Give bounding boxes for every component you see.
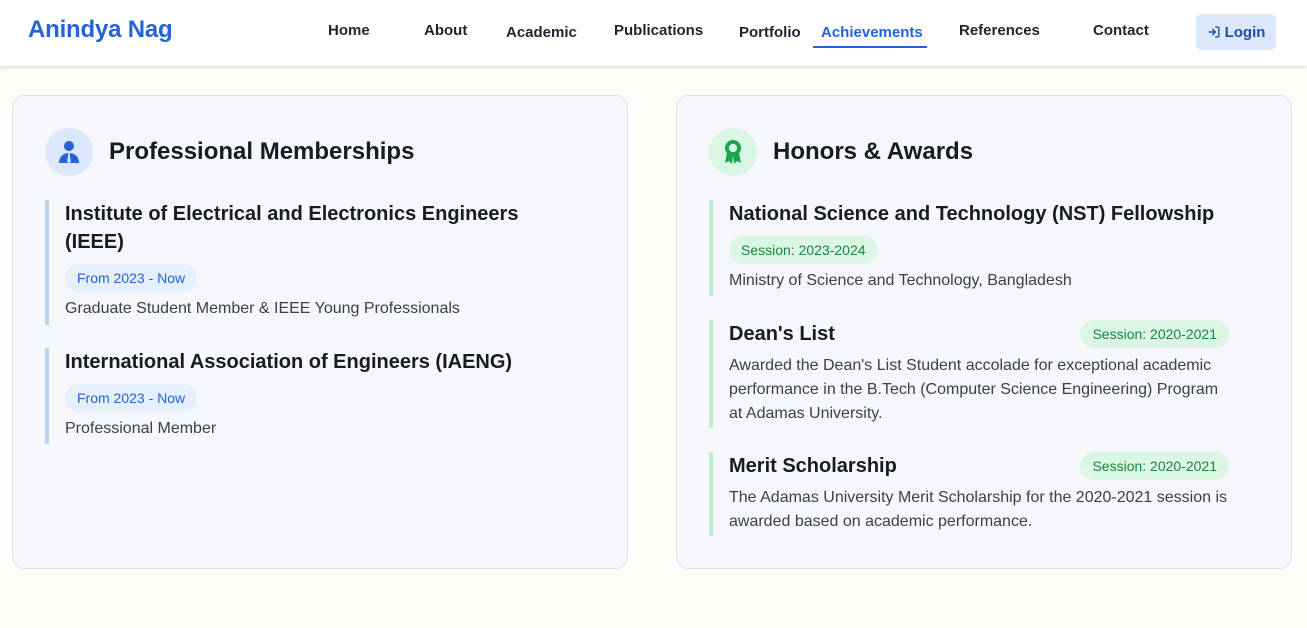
user-tie-icon <box>45 128 93 176</box>
membership-item-title: International Association of Engineers (… <box>65 351 513 373</box>
award-item: National Science and Technology (NST) Fe… <box>709 200 1229 296</box>
nav-references[interactable]: References <box>959 22 1040 39</box>
award-item-description: Ministry of Science and Technology, Bang… <box>729 272 1072 289</box>
membership-period-badge: From 2023 - Now <box>65 384 198 412</box>
nav-achievements[interactable]: Achievements <box>821 24 923 41</box>
site-brand[interactable]: Anindya Nag <box>28 16 173 44</box>
award-item: Dean's List Session: 2020-2021 Awarded t… <box>709 320 1229 428</box>
membership-item: International Association of Engineers (… <box>45 348 565 444</box>
login-arrow-icon <box>1208 26 1220 38</box>
award-item-title: National Science and Technology (NST) Fe… <box>729 203 1215 225</box>
membership-item-description: Graduate Student Member & IEEE Young Pro… <box>65 300 460 317</box>
nav-home[interactable]: Home <box>328 22 370 39</box>
nav-publications[interactable]: Publications <box>614 22 703 39</box>
login-label: Login <box>1224 23 1266 41</box>
membership-item-title: Institute of Electrical and Electronics … <box>65 203 519 253</box>
membership-item: Institute of Electrical and Electronics … <box>45 200 545 325</box>
nav-portfolio[interactable]: Portfolio <box>739 24 801 41</box>
award-session-badge: Session: 2023-2024 <box>729 236 878 264</box>
award-item-title: Merit Scholarship <box>729 455 897 477</box>
nav-academic[interactable]: Academic <box>506 24 577 41</box>
membership-item-description: Professional Member <box>65 420 217 437</box>
login-button[interactable]: Login <box>1196 14 1276 50</box>
awards-card: Honors & Awards National Science and Tec… <box>676 95 1292 569</box>
award-session-badge: Session: 2020-2021 <box>1080 320 1229 348</box>
memberships-title: Professional Memberships <box>109 138 415 165</box>
nav-about[interactable]: About <box>424 22 467 39</box>
award-item: Merit Scholarship Session: 2020-2021 The… <box>709 452 1229 536</box>
award-item-title: Dean's List <box>729 323 835 345</box>
award-item-description: The Adamas University Merit Scholarship … <box>729 489 1228 530</box>
nav-contact[interactable]: Contact <box>1093 22 1149 39</box>
active-nav-underline <box>813 46 927 48</box>
award-ribbon-icon <box>709 128 757 176</box>
award-session-badge: Session: 2020-2021 <box>1080 452 1229 480</box>
top-navbar: Anindya Nag Home About Academic Publicat… <box>0 0 1307 67</box>
membership-period-badge: From 2023 - Now <box>65 264 198 292</box>
awards-title: Honors & Awards <box>773 138 974 165</box>
award-item-description: Awarded the Dean's List Student accolade… <box>729 357 1219 422</box>
memberships-card: Professional Memberships Institute of El… <box>12 95 628 569</box>
